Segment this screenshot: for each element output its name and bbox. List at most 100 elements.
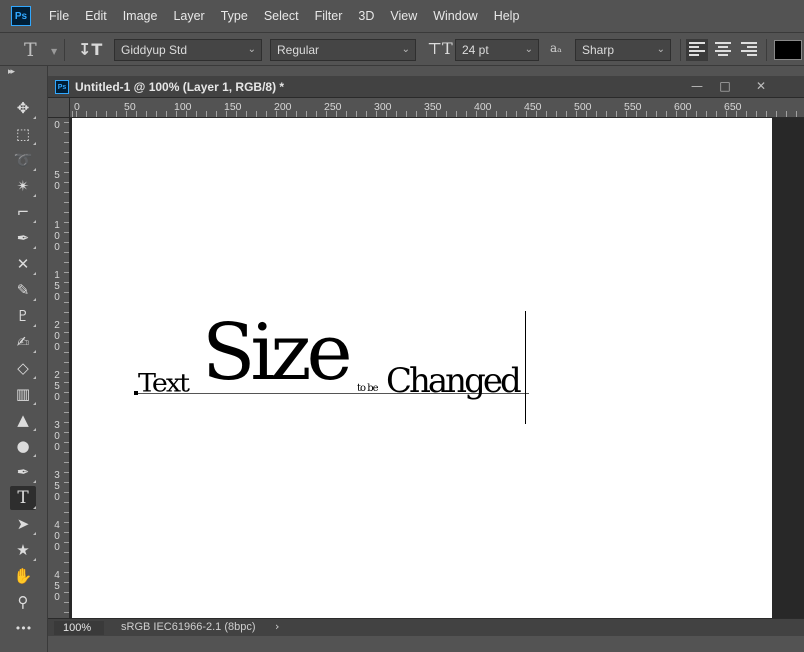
ruler-label: 650 bbox=[724, 101, 742, 113]
menu-window[interactable]: Window bbox=[425, 9, 485, 23]
eraser-tool-icon[interactable]: ◇ bbox=[10, 356, 36, 380]
tool-glyph: ★ bbox=[16, 541, 30, 559]
maximize-icon[interactable]: □ bbox=[712, 77, 738, 95]
horizontal-ruler[interactable]: 0 50 100 150 200 250 300 350 400 450 500 550 600 650 bbox=[70, 98, 804, 118]
workspace-bottom bbox=[48, 636, 804, 652]
history-brush-icon[interactable]: ✍ bbox=[10, 330, 36, 354]
align-center-icon[interactable] bbox=[715, 42, 731, 58]
ruler-label: 2 0 0 bbox=[54, 320, 60, 353]
menu-view[interactable]: View bbox=[382, 9, 425, 23]
tool-glyph: ✒ bbox=[16, 229, 30, 247]
document-title: Untitled-1 @ 100% (Layer 1, RGB/8) * bbox=[75, 80, 285, 94]
menu-file[interactable]: File bbox=[41, 9, 77, 23]
ruler-label: 1 5 0 bbox=[54, 270, 60, 303]
pen-tool-icon[interactable]: ✒ bbox=[10, 460, 36, 484]
minimize-icon[interactable]: — bbox=[684, 77, 710, 95]
ruler-label: 3 0 0 bbox=[54, 420, 60, 453]
ruler-label: 0 bbox=[54, 120, 60, 131]
path-selection-icon[interactable]: ➤ bbox=[10, 512, 36, 536]
close-icon[interactable]: ✕ bbox=[748, 77, 774, 95]
divider bbox=[680, 39, 681, 61]
status-bar: 100% sRGB IEC61966-2.1 (8bpc) › bbox=[48, 618, 804, 636]
ruler-label: 400 bbox=[474, 101, 492, 113]
photoshop-logo-icon[interactable]: Ps bbox=[11, 6, 31, 26]
menu-type[interactable]: Type bbox=[213, 9, 256, 23]
canvas[interactable]: Text Size to be Changed bbox=[72, 118, 772, 618]
eyedropper-icon[interactable]: ✒ bbox=[10, 226, 36, 250]
word-size: Size bbox=[202, 308, 353, 398]
font-size-value: 24 pt bbox=[462, 43, 489, 57]
tool-flyout-indicator bbox=[33, 220, 36, 223]
menu-3d[interactable]: 3D bbox=[350, 9, 382, 23]
align-left-icon[interactable] bbox=[686, 39, 708, 61]
ruler-label: 500 bbox=[574, 101, 592, 113]
text-orientation-icon[interactable]: ↧T bbox=[78, 40, 102, 59]
options-bar: T ▼ ↧T Giddyup Std ⌄ Regular ⌄ ⊤T 24 pt … bbox=[0, 32, 804, 66]
healing-brush-icon[interactable]: ✕ bbox=[10, 252, 36, 276]
zoom-level-field[interactable]: 100% bbox=[54, 621, 104, 635]
menu-layer[interactable]: Layer bbox=[165, 9, 212, 23]
tool-glyph: ✥ bbox=[16, 99, 30, 117]
shape-tool-icon[interactable]: ★ bbox=[10, 538, 36, 562]
move-tool-icon[interactable]: ✥ bbox=[10, 96, 36, 120]
font-style-select[interactable]: Regular ⌄ bbox=[270, 39, 416, 61]
anti-alias-select[interactable]: Sharp ⌄ bbox=[575, 39, 671, 61]
tool-glyph: ◇ bbox=[17, 359, 29, 377]
ruler-origin[interactable] bbox=[48, 98, 70, 118]
ruler-label: 5 0 bbox=[54, 170, 60, 192]
collapse-panel-icon[interactable]: ▸▸ bbox=[8, 67, 15, 77]
document-tab[interactable]: Ps Untitled-1 @ 100% (Layer 1, RGB/8) * … bbox=[48, 76, 804, 98]
zoom-tool-icon[interactable]: ⚲ bbox=[10, 590, 36, 614]
hand-tool-icon[interactable]: ✋ bbox=[10, 564, 36, 588]
ruler-label: 250 bbox=[324, 101, 342, 113]
canvas-area[interactable]: Text Size to be Changed bbox=[70, 118, 804, 618]
blur-tool-icon[interactable]: ▲ bbox=[10, 408, 36, 432]
more-tools-icon[interactable]: ••• bbox=[10, 616, 36, 640]
marquee-tool-icon[interactable]: ⬚ bbox=[10, 122, 36, 146]
font-family-value: Giddyup Std bbox=[121, 43, 188, 57]
gradient-tool-icon[interactable]: ▥ bbox=[10, 382, 36, 406]
ruler-label: 450 bbox=[524, 101, 542, 113]
crop-tool-icon[interactable]: ⌐ bbox=[10, 200, 36, 224]
word-changed: Changed bbox=[386, 361, 522, 401]
chevron-down-icon[interactable]: ▼ bbox=[51, 47, 57, 56]
tool-glyph: ♇ bbox=[16, 307, 30, 325]
ruler-label: 200 bbox=[274, 101, 292, 113]
magic-wand-icon[interactable]: ✴ bbox=[10, 174, 36, 198]
clone-stamp-icon[interactable]: ♇ bbox=[10, 304, 36, 328]
menu-filter[interactable]: Filter bbox=[307, 9, 351, 23]
align-right-icon[interactable] bbox=[741, 42, 757, 58]
lasso-tool-icon[interactable]: ➰ bbox=[10, 148, 36, 172]
text-layer[interactable]: Text Size to be Changed bbox=[72, 118, 772, 618]
tool-glyph: T bbox=[17, 488, 29, 508]
tool-glyph: ✒ bbox=[16, 463, 30, 481]
dodge-tool-icon[interactable]: ● bbox=[10, 434, 36, 458]
font-family-select[interactable]: Giddyup Std ⌄ bbox=[114, 39, 262, 61]
ruler-label: 3 5 0 bbox=[54, 470, 60, 503]
tool-flyout-indicator bbox=[33, 454, 36, 457]
tool-glyph: ⬚ bbox=[15, 125, 31, 143]
tool-glyph: ✍ bbox=[16, 333, 30, 351]
tool-glyph: ✎ bbox=[16, 281, 30, 299]
chevron-right-icon[interactable]: › bbox=[275, 620, 279, 633]
menu-bar: Ps File Edit Image Layer Type Select Fil… bbox=[0, 0, 804, 32]
font-size-select[interactable]: 24 pt ⌄ bbox=[455, 39, 539, 61]
tool-glyph: ▥ bbox=[15, 385, 31, 403]
text-color-swatch[interactable] bbox=[774, 40, 802, 60]
menu-edit[interactable]: Edit bbox=[77, 9, 115, 23]
brush-tool-icon[interactable]: ✎ bbox=[10, 278, 36, 302]
menu-help[interactable]: Help bbox=[486, 9, 528, 23]
menu-image[interactable]: Image bbox=[115, 9, 166, 23]
vertical-ruler[interactable]: 0 5 0 1 0 0 1 5 0 2 0 0 2 5 0 3 0 0 3 5 0 4 0 0 4… bbox=[48, 118, 70, 618]
ruler-label: 300 bbox=[374, 101, 392, 113]
type-tool-preset-icon[interactable]: T bbox=[24, 39, 37, 61]
tool-flyout-indicator bbox=[33, 402, 36, 405]
chevron-down-icon: ⌄ bbox=[656, 44, 665, 55]
menu-select[interactable]: Select bbox=[256, 9, 307, 23]
word-text: Text bbox=[138, 368, 190, 399]
tool-glyph: ✕ bbox=[16, 255, 30, 273]
ruler-label: 600 bbox=[674, 101, 692, 113]
word-to-be: to be bbox=[357, 383, 379, 394]
type-tool-icon[interactable]: T bbox=[10, 486, 36, 510]
tool-glyph: ⌐ bbox=[16, 203, 30, 221]
